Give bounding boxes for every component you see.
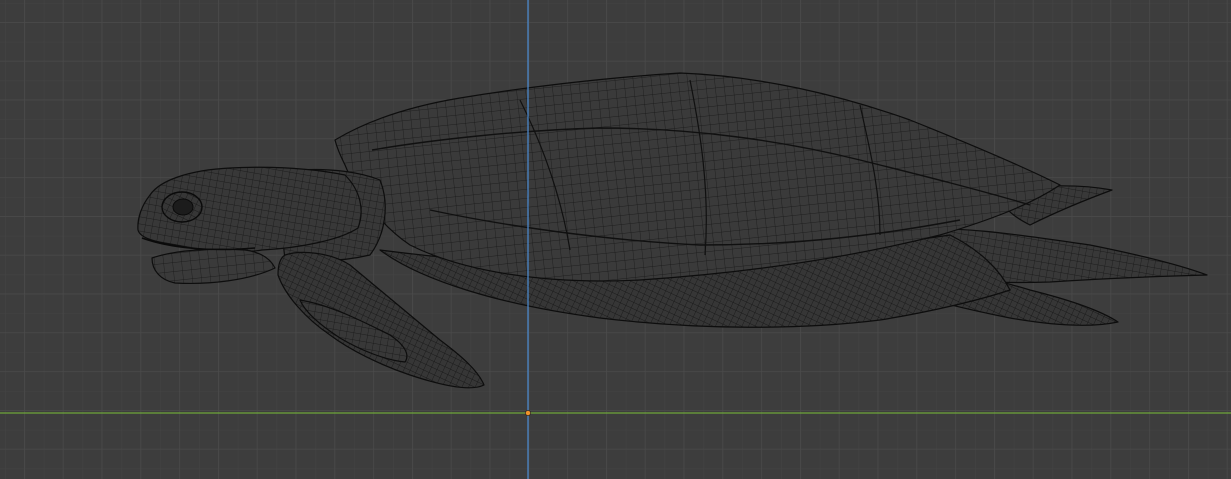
3d-viewport[interactable] xyxy=(0,0,1231,479)
object-origin-point[interactable] xyxy=(525,410,531,416)
pupil xyxy=(172,198,194,216)
viewport-canvas[interactable] xyxy=(0,0,1231,479)
